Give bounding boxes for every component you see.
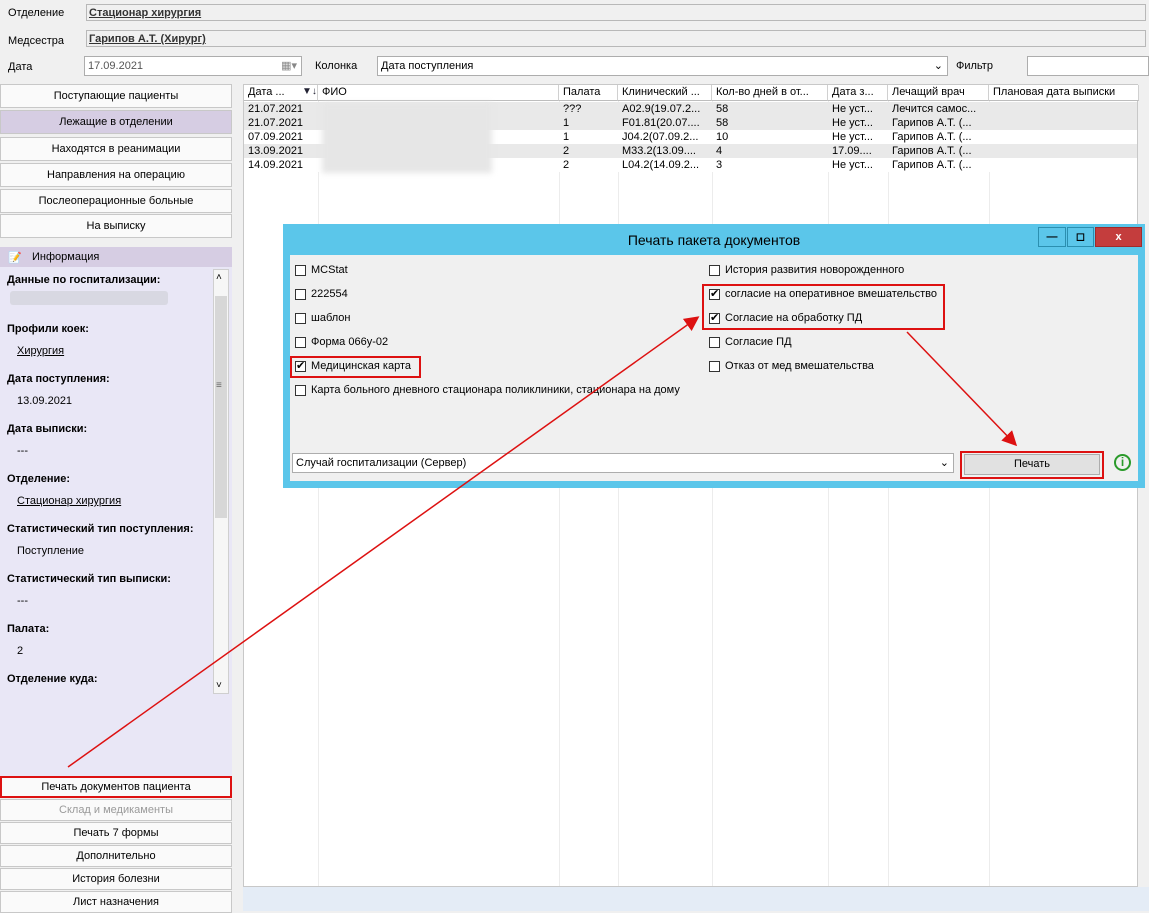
arrow-to-print bbox=[906, 331, 1018, 447]
annotation-arrows bbox=[67, 316, 1018, 768]
arrow-to-dialog bbox=[67, 316, 700, 768]
